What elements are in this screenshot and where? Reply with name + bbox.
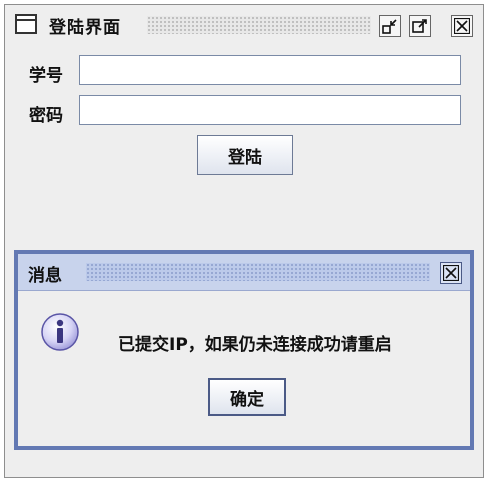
close-button[interactable] <box>451 15 473 37</box>
dialog-titlebar[interactable]: 消息 <box>18 254 470 291</box>
maximize-button[interactable] <box>409 15 431 37</box>
student-id-input[interactable] <box>79 55 461 85</box>
minimize-icon <box>382 19 397 34</box>
window-title: 登陆界面 <box>49 18 121 38</box>
message-dialog: 消息 已提交IP，如果仍未连接成功请重启 确定 <box>14 250 474 450</box>
dialog-titlebar-grip <box>86 263 430 281</box>
close-icon <box>443 265 459 281</box>
dialog-title: 消息 <box>28 266 62 286</box>
titlebar-grip <box>147 16 371 34</box>
dialog-message: 已提交IP，如果仍未连接成功请重启 <box>118 335 392 355</box>
close-icon <box>454 18 470 34</box>
maximize-icon <box>412 19 427 33</box>
student-id-label: 学号 <box>29 66 63 86</box>
dialog-close-button[interactable] <box>440 262 462 284</box>
window-icon <box>15 14 37 34</box>
login-button[interactable]: 登陆 <box>197 135 293 175</box>
password-label: 密码 <box>29 106 63 126</box>
info-icon <box>41 313 79 351</box>
ok-button[interactable]: 确定 <box>208 378 286 416</box>
window-titlebar[interactable]: 登陆界面 <box>5 5 483 43</box>
minimize-button[interactable] <box>379 15 401 37</box>
password-input[interactable] <box>79 95 461 125</box>
